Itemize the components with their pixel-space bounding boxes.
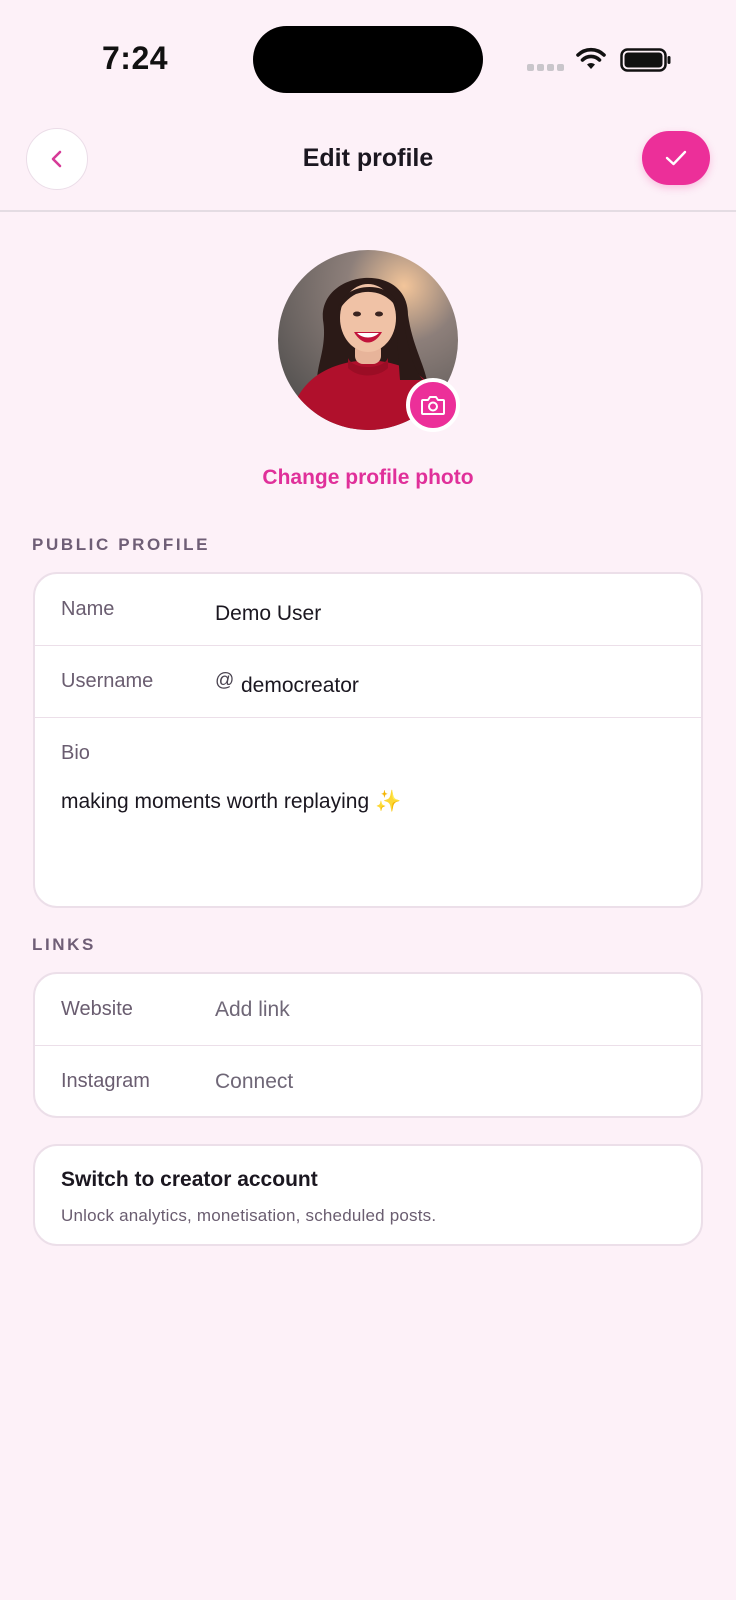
creator-title: Switch to creator account	[61, 1168, 318, 1191]
name-row[interactable]: Name Demo User	[35, 574, 701, 646]
camera-icon	[421, 396, 445, 415]
username-prefix: @	[215, 670, 235, 691]
check-icon	[665, 150, 687, 166]
username-label: Username	[61, 670, 154, 692]
change-photo-button[interactable]	[406, 378, 460, 432]
section-title-public-profile: PUBLIC PROFILE	[32, 535, 211, 554]
wifi-icon	[576, 47, 606, 69]
status-bar: 7:24	[0, 0, 736, 120]
cellular-signal-icon	[527, 64, 564, 71]
links-card: Website Add link Instagram Connect	[33, 972, 703, 1118]
instagram-connect[interactable]: Connect	[215, 1070, 293, 1094]
public-profile-card: Name Demo User Username @ democreator Bi…	[33, 572, 703, 908]
status-time: 7:24	[102, 40, 169, 76]
website-label: Website	[61, 998, 133, 1020]
save-button[interactable]	[642, 131, 710, 185]
switch-to-creator-card[interactable]: Switch to creator account Unlock analyti…	[33, 1144, 703, 1246]
name-field[interactable]: Demo User	[215, 602, 321, 626]
section-title-links: LINKS	[32, 935, 96, 954]
page-title: Edit profile	[302, 144, 434, 172]
dynamic-island	[253, 26, 483, 93]
website-add-link[interactable]: Add link	[215, 998, 290, 1022]
name-label: Name	[61, 598, 115, 620]
change-profile-photo-link[interactable]: Change profile photo	[0, 466, 736, 490]
instagram-label: Instagram	[61, 1070, 150, 1092]
bio-label: Bio	[61, 742, 90, 764]
username-field[interactable]: democreator	[241, 674, 359, 698]
creator-subtitle: Unlock analytics, monetisation, schedule…	[61, 1206, 437, 1225]
profile-photo[interactable]	[278, 250, 460, 432]
username-row[interactable]: Username @ democreator	[35, 646, 701, 718]
website-row[interactable]: Website Add link	[35, 974, 701, 1046]
bio-row[interactable]: Bio making moments worth replaying ✨	[35, 718, 701, 904]
instagram-row[interactable]: Instagram Connect	[35, 1046, 701, 1116]
bio-field[interactable]: making moments worth replaying ✨	[61, 790, 401, 814]
navigation-header: Edit profile	[0, 120, 736, 212]
battery-icon	[620, 48, 671, 72]
